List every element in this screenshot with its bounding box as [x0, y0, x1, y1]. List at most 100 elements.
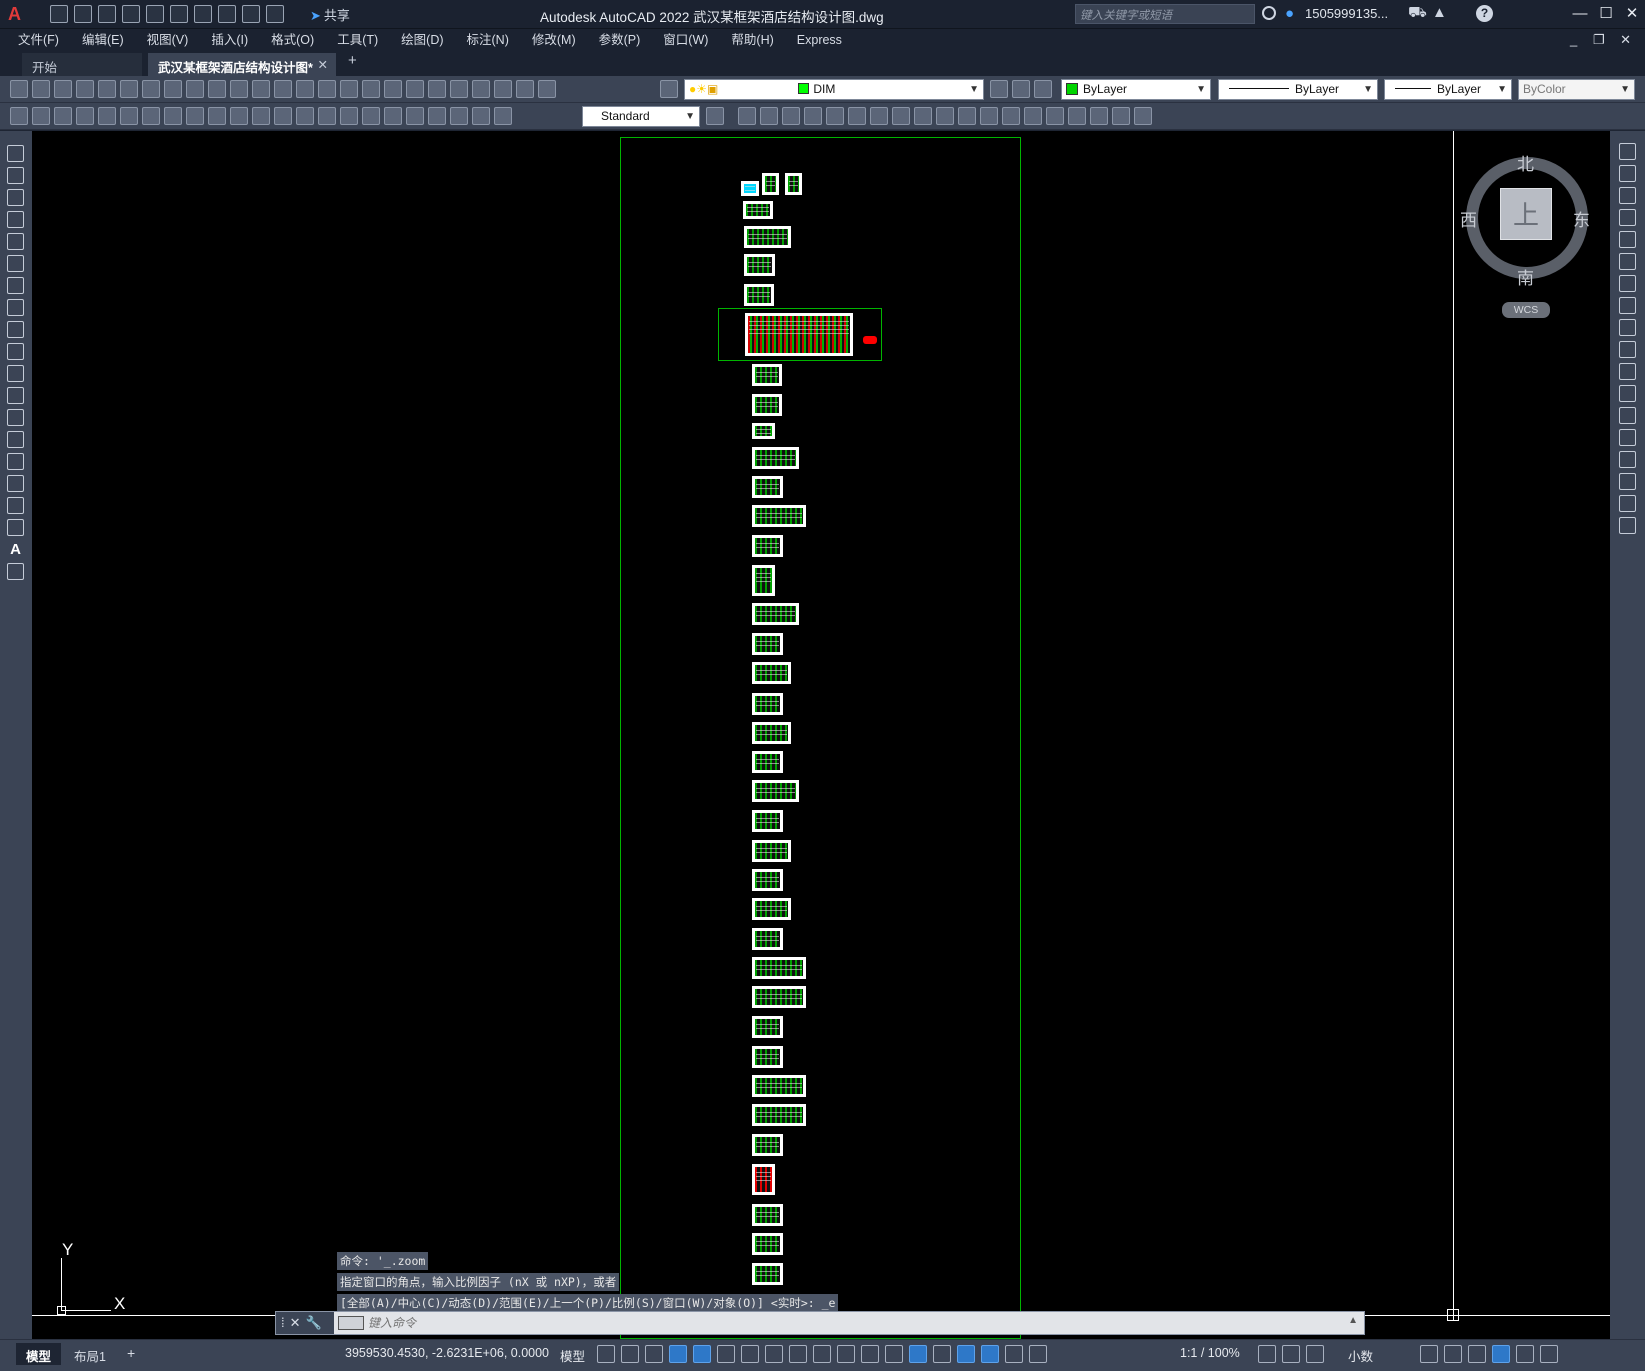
help-icon[interactable]	[538, 80, 556, 98]
selection-cycling-icon[interactable]	[861, 1345, 879, 1363]
drawing-sheet[interactable]	[752, 1164, 775, 1195]
plot-icon[interactable]	[194, 5, 212, 23]
layer-states-icon[interactable]	[1034, 80, 1052, 98]
scale-icon[interactable]	[1619, 297, 1636, 314]
design-center-icon[interactable]	[428, 80, 446, 98]
diameter-dim-icon[interactable]	[208, 107, 226, 125]
free-orbit-icon[interactable]	[980, 107, 998, 125]
zoom-window-icon[interactable]	[362, 80, 380, 98]
circle-icon[interactable]	[7, 277, 24, 294]
minimize-button[interactable]: —	[1566, 3, 1594, 25]
menu-file[interactable]: 文件(F)	[18, 29, 59, 51]
baseline-dim-icon[interactable]	[274, 107, 292, 125]
menu-dimension[interactable]: 标注(N)	[467, 29, 509, 51]
dim-style-icon[interactable]	[54, 107, 72, 125]
dim-space-icon[interactable]	[318, 107, 336, 125]
cut-icon[interactable]	[164, 80, 182, 98]
jogged-linear-icon[interactable]	[428, 107, 446, 125]
erase-icon[interactable]	[1619, 143, 1636, 160]
explode-icon[interactable]	[1619, 517, 1636, 534]
annotation-scale-icon[interactable]	[1029, 1345, 1047, 1363]
sheet-set-icon[interactable]	[472, 80, 490, 98]
materials-icon[interactable]	[1112, 107, 1130, 125]
layer-properties-icon[interactable]	[660, 80, 678, 98]
polygon-icon[interactable]	[7, 211, 24, 228]
drawing-sheet[interactable]	[752, 869, 783, 891]
fillet-icon[interactable]	[1619, 473, 1636, 490]
share-button[interactable]: ➤ 共享	[310, 5, 350, 24]
render-icon[interactable]	[1090, 107, 1108, 125]
save-icon[interactable]	[54, 80, 72, 98]
text-style-dropdown[interactable]: Standard ▼	[582, 106, 700, 127]
properties-icon[interactable]	[406, 80, 424, 98]
ucs-z-icon[interactable]	[914, 107, 932, 125]
auto-scale-icon[interactable]	[1005, 1345, 1023, 1363]
print-preview-icon[interactable]	[98, 80, 116, 98]
tool-palettes-icon[interactable]	[450, 80, 468, 98]
viewcube-west[interactable]: 西	[1460, 206, 1477, 231]
customize-qa-icon[interactable]	[266, 5, 284, 23]
help-icon[interactable]: ?	[1476, 5, 1493, 22]
drawing-sheet[interactable]	[752, 898, 791, 920]
close-icon[interactable]: ✕	[318, 57, 328, 72]
user-icon[interactable]: ●	[1285, 5, 1299, 22]
drawing-sheet[interactable]	[752, 423, 775, 439]
insert-block-icon[interactable]	[7, 387, 24, 404]
inspection-icon[interactable]	[406, 107, 424, 125]
rotate-icon[interactable]	[1619, 275, 1636, 292]
menu-draw[interactable]: 绘图(D)	[401, 29, 443, 51]
menu-insert[interactable]: 插入(I)	[211, 29, 248, 51]
tab-layout1[interactable]: 布局1	[64, 1343, 116, 1365]
open-icon[interactable]	[74, 5, 92, 23]
drawing-sheet[interactable]	[752, 447, 799, 469]
viewcube-north[interactable]: 北	[1517, 150, 1534, 175]
make-block-icon[interactable]	[7, 409, 24, 426]
move-icon[interactable]	[1619, 253, 1636, 270]
fly-icon[interactable]	[1068, 107, 1086, 125]
menu-express[interactable]: Express	[797, 29, 842, 51]
print-icon[interactable]	[76, 80, 94, 98]
undo-icon[interactable]	[274, 80, 292, 98]
drawing-sheet[interactable]	[745, 313, 853, 356]
command-history-toggle-icon[interactable]: ▲	[1348, 1315, 1358, 1326]
offset-icon[interactable]	[1619, 209, 1636, 226]
drawing-sheet[interactable]	[752, 476, 783, 498]
dim-edit-text-icon[interactable]	[450, 107, 468, 125]
menu-format[interactable]: 格式(O)	[271, 29, 314, 51]
search-input[interactable]: 键入关键字或短语	[1075, 4, 1255, 24]
customization-icon[interactable]	[1540, 1345, 1558, 1363]
linear-dim-icon[interactable]	[76, 107, 94, 125]
blend-curves-icon[interactable]	[1619, 495, 1636, 512]
drawing-sheet[interactable]	[752, 535, 783, 557]
object-snap-tracking-icon[interactable]	[765, 1345, 783, 1363]
3d-dwf-icon[interactable]	[142, 80, 160, 98]
hatch-icon[interactable]	[7, 453, 24, 470]
menu-help[interactable]: 帮助(H)	[731, 29, 773, 51]
close-button[interactable]: ✕	[1618, 3, 1645, 25]
selection-filter-icon[interactable]	[933, 1345, 951, 1363]
lineweight-dropdown[interactable]: ByLayer ▼	[1384, 79, 1512, 100]
ellipse-arc-icon[interactable]	[7, 365, 24, 382]
3d-osnap-icon[interactable]	[885, 1345, 903, 1363]
drawing-sheet[interactable]	[752, 722, 791, 744]
annotation-visibility-icon[interactable]	[981, 1345, 999, 1363]
aligned-dim-icon[interactable]	[98, 107, 116, 125]
command-line-grip[interactable]: ⁞✕🔧	[276, 1312, 334, 1334]
save-web-icon[interactable]	[170, 5, 188, 23]
drawing-sheet[interactable]	[752, 810, 783, 832]
multiline-text-icon[interactable]: A	[7, 541, 24, 558]
rectangle-icon[interactable]	[7, 233, 24, 250]
pan-icon[interactable]	[318, 80, 336, 98]
menu-tools[interactable]: 工具(T)	[337, 29, 378, 51]
transparency-icon[interactable]	[837, 1345, 855, 1363]
break-at-point-icon[interactable]	[1619, 385, 1636, 402]
join-icon[interactable]	[1619, 429, 1636, 446]
walk-icon[interactable]	[1046, 107, 1064, 125]
undo-icon[interactable]	[218, 5, 236, 23]
maximize-button[interactable]: ☐	[1592, 3, 1620, 25]
copy-icon[interactable]	[186, 80, 204, 98]
tolerance-icon[interactable]	[362, 107, 380, 125]
drawing-sheet[interactable]	[752, 1016, 783, 1038]
drawing-sheet[interactable]	[752, 633, 783, 655]
point-icon[interactable]	[7, 431, 24, 448]
